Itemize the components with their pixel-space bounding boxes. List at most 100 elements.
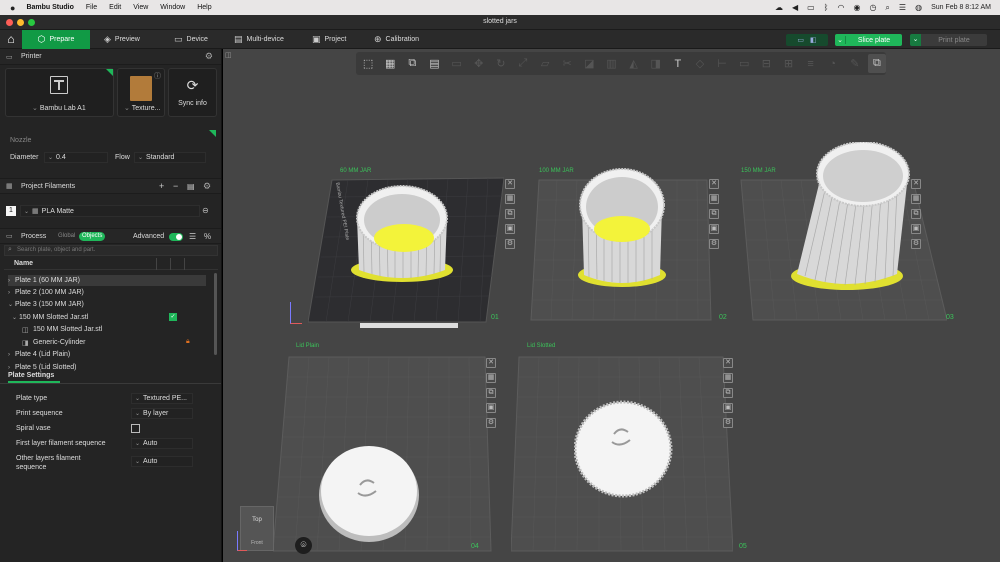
plate-4-label[interactable]: Lid Plain xyxy=(296,343,319,349)
chevron-down-icon[interactable]: ⌄ xyxy=(8,301,15,308)
print-sequence-select[interactable]: ⌄ By layer xyxy=(131,408,193,419)
plate-4-orient-icon[interactable]: ⧉ xyxy=(486,388,496,398)
flow-select[interactable]: ⌄ Standard xyxy=(134,152,206,163)
plate-2-close-icon[interactable]: ✕ xyxy=(709,179,719,189)
tree-plate-4[interactable]: › Plate 4 (Lid Plain) xyxy=(8,349,208,360)
plate-type-dropdown[interactable]: ⌄ Texture... xyxy=(124,104,160,112)
tree-plate-2[interactable]: › Plate 2 (100 MM JAR) xyxy=(8,287,208,298)
plate-3-label[interactable]: 150 MM JAR xyxy=(741,168,776,174)
printer-card[interactable]: ⌄ Bambu Lab A1 xyxy=(5,68,114,117)
menu-file[interactable]: File xyxy=(86,4,97,11)
plate-2-arrange-icon[interactable]: ▦ xyxy=(709,194,719,204)
plate-1-label[interactable]: 60 MM JAR xyxy=(340,168,371,174)
scale-icon[interactable]: ⤢ xyxy=(514,54,532,73)
menu-window[interactable]: Window xyxy=(160,4,185,11)
tab-calibration[interactable]: ⊕ Calibration xyxy=(374,30,419,49)
printer-dropdown[interactable]: ⌄ Bambu Lab A1 xyxy=(32,104,86,112)
chevron-down-icon[interactable]: ⌄ xyxy=(835,36,846,44)
lid-plain[interactable] xyxy=(318,439,422,543)
plate-1-orient-icon[interactable]: ⧉ xyxy=(505,209,515,219)
plate-type-select[interactable]: ⌄ Textured PE... xyxy=(131,393,193,404)
plate-3-close-icon[interactable]: ✕ xyxy=(911,179,921,189)
plate-search-input[interactable]: ⌕ Search plate, object and part. xyxy=(4,245,218,256)
creative-cloud-icon[interactable]: ☁ xyxy=(775,3,783,12)
rotate-icon[interactable]: ↻ xyxy=(492,54,510,73)
measure-icon[interactable]: ⊢ xyxy=(713,54,731,73)
assembly-icon[interactable]: ▭ xyxy=(735,54,753,73)
plate-5-settings-icon[interactable]: ⚙ xyxy=(723,418,733,428)
lock-icon[interactable]: 🔒︎ xyxy=(186,338,190,346)
plate-5-label[interactable]: Lid Slotted xyxy=(527,343,555,349)
plate-layout-icon[interactable]: ▤ xyxy=(425,54,443,73)
chevron-right-icon[interactable]: › xyxy=(8,290,15,296)
wifi-icon[interactable]: ◠ xyxy=(837,3,844,12)
home-icon[interactable]: ⌂ xyxy=(4,33,18,46)
plate-2-orient-icon[interactable]: ⧉ xyxy=(709,209,719,219)
apple-icon[interactable]: ● xyxy=(10,3,15,13)
plate-4-settings-icon[interactable]: ⚙ xyxy=(486,418,496,428)
plate-5-lock-icon[interactable]: ▣ xyxy=(723,403,733,413)
user-icon[interactable]: ◉ xyxy=(853,3,860,12)
remove-circle-icon[interactable]: ⊖ xyxy=(202,206,209,215)
lay-flat-icon[interactable]: ▱ xyxy=(536,54,554,73)
disabled-tool-icon[interactable]: ▭ xyxy=(448,54,466,73)
3d-viewport[interactable]: ◫ ⬚ ▦ ⧉ ▤ ▭ ✥ ↻ ⤢ ▱ ✂ ◪ ▥ ◭ ◨ T ◇ ⊢ ▭ ⊟ … xyxy=(223,49,1000,562)
chevron-right-icon[interactable]: › xyxy=(8,365,15,371)
mesh-boolean-icon[interactable]: ◪ xyxy=(580,54,598,73)
tree-plate-3[interactable]: ⌄ Plate 3 (150 MM JAR) xyxy=(8,299,208,310)
filament-group-icon[interactable]: ▤ xyxy=(187,182,195,191)
control-center-icon[interactable]: ☰ xyxy=(899,3,906,12)
plate-5-close-icon[interactable]: ✕ xyxy=(723,358,733,368)
jar-100mm[interactable] xyxy=(576,167,668,289)
plate-3-orient-icon[interactable]: ⧉ xyxy=(911,209,921,219)
plate-1-lock-icon[interactable]: ▣ xyxy=(505,224,515,234)
menu-help[interactable]: Help xyxy=(197,4,211,11)
chevron-down-icon[interactable]: ⌄ xyxy=(12,314,19,321)
plate-1-settings-icon[interactable]: ⚙ xyxy=(505,239,515,249)
volume-icon[interactable]: ◀ xyxy=(792,3,798,12)
jar-150mm[interactable] xyxy=(785,142,915,292)
slice-plate-button[interactable]: ⌄ Slice plate xyxy=(835,34,902,46)
lid-slotted[interactable] xyxy=(574,398,674,498)
svg-tool-icon[interactable]: ◇ xyxy=(691,54,709,73)
cut-icon[interactable]: ✂ xyxy=(558,54,576,73)
siri-icon[interactable]: ◍ xyxy=(915,3,922,12)
plate-4-arrange-icon[interactable]: ▦ xyxy=(486,373,496,383)
menu-view[interactable]: View xyxy=(133,4,148,11)
menu-edit[interactable]: Edit xyxy=(109,4,121,11)
menubar-clock[interactable]: Sun Feb 8 8:12 AM xyxy=(931,4,991,11)
timemachine-icon[interactable]: ◷ xyxy=(869,3,876,12)
view-settings-icon[interactable]: ⧉ xyxy=(867,54,886,73)
assistant-icon[interactable]: ⌾ xyxy=(295,537,312,554)
plate-3-lock-icon[interactable]: ▣ xyxy=(911,224,921,234)
filament-select[interactable]: ⌄ ▦ PLA Matte xyxy=(20,205,200,217)
split-objects-icon[interactable]: ⊟ xyxy=(757,54,775,73)
tab-project[interactable]: ▣ Project xyxy=(312,30,346,49)
plate-2-label[interactable]: 100 MM JAR xyxy=(539,168,574,174)
plate-4-close-icon[interactable]: ✕ xyxy=(486,358,496,368)
plate-5-orient-icon[interactable]: ⧉ xyxy=(723,388,733,398)
remove-filament-icon[interactable]: − xyxy=(173,181,178,191)
jar-60mm[interactable] xyxy=(351,182,455,282)
bluetooth-icon[interactable]: ᛒ xyxy=(824,3,829,12)
layout-toggle-button[interactable]: ▭ ◧ xyxy=(786,34,828,46)
print-plate-button[interactable]: ⌄ Print plate xyxy=(910,34,987,46)
brim-ears-icon[interactable]: ◔ xyxy=(824,54,842,73)
plate-1-arrange-icon[interactable]: ▦ xyxy=(505,194,515,204)
percent-icon[interactable]: % xyxy=(204,232,211,241)
keyboard-icon[interactable]: ▭ xyxy=(807,3,815,12)
global-toggle[interactable]: Global xyxy=(58,233,75,239)
tree-object-jar[interactable]: ⌄ 150 MM Slotted Jar.stl ✓ xyxy=(12,312,212,323)
tree-plate-1[interactable]: › Plate 1 (60 MM JAR) xyxy=(8,275,206,286)
plate-2-settings-icon[interactable]: ⚙ xyxy=(709,239,719,249)
support-paint-icon[interactable]: ▥ xyxy=(602,54,620,73)
tree-part-jar[interactable]: ◫ 150 MM Slotted Jar.stl xyxy=(22,324,221,335)
tree-scrollbar[interactable] xyxy=(214,273,217,355)
chevron-right-icon[interactable]: › xyxy=(8,352,15,358)
sync-info-button[interactable]: ⟳ Sync info xyxy=(168,68,217,117)
arrange-grid-icon[interactable]: ▦ xyxy=(381,54,399,73)
view-cube-top-face[interactable]: Top xyxy=(241,517,273,523)
info-icon[interactable]: ⓘ xyxy=(154,71,161,81)
first-layer-sequence-select[interactable]: ⌄ Auto xyxy=(131,438,193,449)
add-filament-icon[interactable]: + xyxy=(159,181,164,191)
